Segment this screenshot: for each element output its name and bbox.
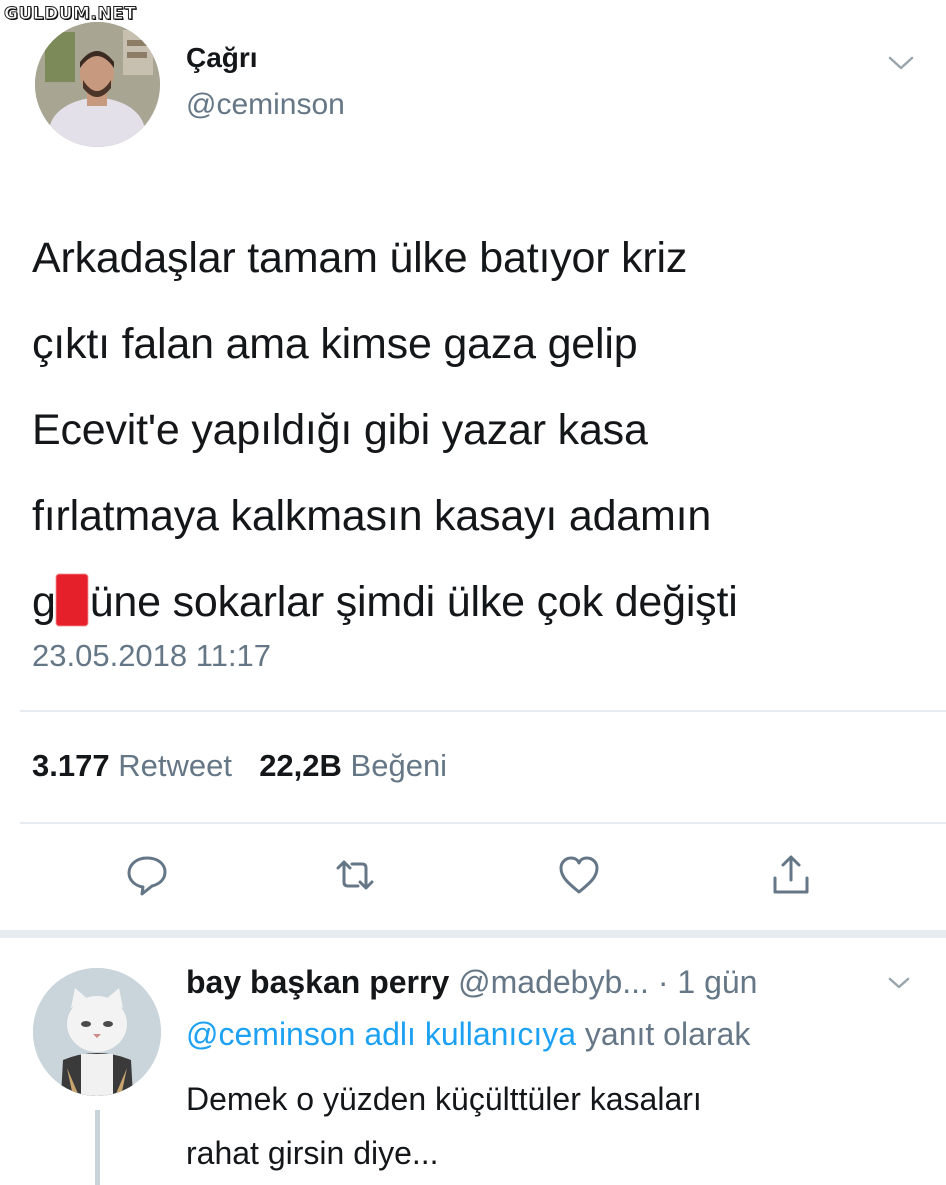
- reply-author-name[interactable]: bay başkan perry: [186, 964, 449, 1000]
- retweet-icon[interactable]: [332, 852, 378, 898]
- reply-time[interactable]: · 1 gün: [658, 964, 758, 1000]
- tweet-line: fırlatmaya kalkmasın kasayı adamın: [32, 492, 712, 540]
- tweet-timestamp[interactable]: 23.05.2018 11:17: [32, 638, 271, 674]
- section-separator: [0, 930, 946, 938]
- tweet-line: Arkadaşlar tamam ülke batıyor kriz: [32, 234, 688, 282]
- tweet-stats: 3.177 Retweet 22,2B Beğeni: [32, 748, 447, 784]
- reply-icon[interactable]: [124, 852, 170, 898]
- reply-line: rahat girsin diye...: [186, 1135, 439, 1171]
- reply-line: Demek o yüzden küçülttüler kasaları: [186, 1081, 702, 1117]
- reply-to-link[interactable]: @ceminson adlı kullanıcıya: [186, 1016, 576, 1052]
- like-icon[interactable]: [556, 852, 602, 898]
- chevron-down-icon[interactable]: [886, 975, 912, 991]
- redaction-mark: [55, 574, 88, 626]
- tweet-line-prefix: g: [32, 578, 56, 626]
- chevron-down-icon[interactable]: [886, 54, 916, 72]
- share-icon[interactable]: [768, 852, 814, 898]
- cat-avatar-image: [33, 968, 161, 1096]
- tweet-line-last: g üne sokarlar şimdi ülke çok değişti: [32, 559, 912, 645]
- retweet-label[interactable]: Retweet: [118, 748, 232, 783]
- reply-author-handle[interactable]: @madebyb...: [458, 964, 649, 1000]
- divider: [20, 710, 946, 712]
- tweet-text: Arkadaşlar tamam ülke batıyor kriz çıktı…: [32, 215, 912, 645]
- like-label[interactable]: Beğeni: [351, 748, 448, 783]
- reply-author-avatar[interactable]: [33, 968, 161, 1096]
- author-handle[interactable]: @ceminson: [186, 88, 345, 122]
- reply-header: bay başkan perry @madebyb... · 1 gün: [186, 964, 757, 1001]
- avatar-photo: [35, 22, 160, 147]
- reply-context: @ceminson adlı kullanıcıya yanıt olarak: [186, 1016, 750, 1053]
- thread-line: [95, 1110, 100, 1185]
- watermark-logo: GULDUM.NET: [3, 4, 137, 25]
- divider: [20, 822, 946, 824]
- author-name[interactable]: Çağrı: [186, 42, 258, 74]
- retweet-count[interactable]: 3.177: [32, 748, 110, 783]
- tweet-line: çıktı falan ama kimse gaza gelip: [32, 320, 638, 368]
- tweet-line: Ecevit'e yapıldığı gibi yazar kasa: [32, 406, 648, 454]
- like-count[interactable]: 22,2B: [259, 748, 342, 783]
- reply-to-suffix: yanıt olarak: [584, 1016, 751, 1052]
- tweet-line-suffix: üne sokarlar şimdi ülke çok değişti: [89, 578, 738, 626]
- reply-text: Demek o yüzden küçülttüler kasaları raha…: [186, 1072, 906, 1180]
- author-avatar[interactable]: [35, 22, 160, 147]
